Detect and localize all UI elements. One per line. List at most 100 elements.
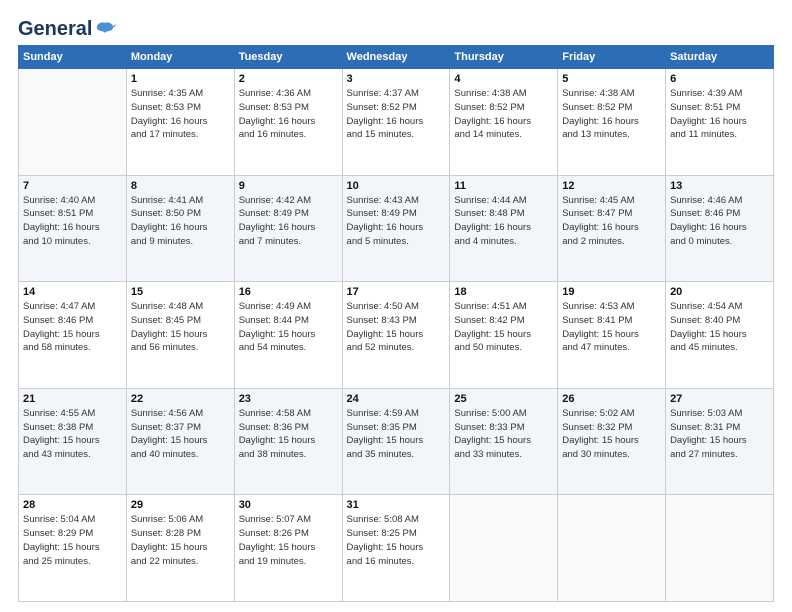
day-number: 6 — [670, 73, 769, 85]
day-number: 13 — [670, 180, 769, 192]
calendar-cell: 12 Sunrise: 4:45 AMSunset: 8:47 PMDayligh… — [558, 175, 666, 282]
day-info: Sunrise: 4:38 AMSunset: 8:52 PMDaylight:… — [454, 87, 553, 142]
day-number: 12 — [562, 180, 661, 192]
day-info: Sunrise: 4:50 AMSunset: 8:43 PMDaylight:… — [347, 300, 446, 355]
day-info: Sunrise: 4:42 AMSunset: 8:49 PMDaylight:… — [239, 194, 338, 249]
calendar-cell: 2Sunrise: 4:36 AMSunset: 8:53 PMDaylight… — [234, 69, 342, 176]
calendar-cell: 7 Sunrise: 4:40 AMSunset: 8:51 PMDaylight… — [19, 175, 127, 282]
calendar-cell — [19, 69, 127, 176]
day-number: 26 — [562, 393, 661, 405]
calendar-cell: 16 Sunrise: 4:49 AMSunset: 8:44 PMDayligh… — [234, 282, 342, 389]
day-info: Sunrise: 4:38 AMSunset: 8:52 PMDaylight:… — [562, 87, 661, 142]
day-info: Sunrise: 5:06 AMSunset: 8:28 PMDaylight:… — [131, 513, 230, 568]
calendar-cell — [666, 495, 774, 602]
day-number: 2 — [239, 73, 338, 85]
calendar-day-header: Friday — [558, 46, 666, 69]
calendar-cell — [558, 495, 666, 602]
calendar-cell: 10 Sunrise: 4:43 AMSunset: 8:49 PMDayligh… — [342, 175, 450, 282]
calendar-header-row: SundayMondayTuesdayWednesdayThursdayFrid… — [19, 46, 774, 69]
calendar-cell: 27Sunrise: 5:03 AMSunset: 8:31 PMDayligh… — [666, 388, 774, 495]
calendar-day-header: Sunday — [19, 46, 127, 69]
calendar-day-header: Wednesday — [342, 46, 450, 69]
day-info: Sunrise: 4:44 AMSunset: 8:48 PMDaylight:… — [454, 194, 553, 249]
calendar-cell: 15 Sunrise: 4:48 AMSunset: 8:45 PMDayligh… — [126, 282, 234, 389]
calendar-cell: 11 Sunrise: 4:44 AMSunset: 8:48 PMDayligh… — [450, 175, 558, 282]
day-info: Sunrise: 4:45 AMSunset: 8:47 PMDaylight:… — [562, 194, 661, 249]
day-info: Sunrise: 4:59 AMSunset: 8:35 PMDaylight:… — [347, 407, 446, 462]
calendar-cell: 25Sunrise: 5:00 AMSunset: 8:33 PMDayligh… — [450, 388, 558, 495]
day-number: 15 — [131, 286, 230, 298]
day-number: 8 — [131, 180, 230, 192]
day-number: 17 — [347, 286, 446, 298]
calendar-day-header: Saturday — [666, 46, 774, 69]
day-info: Sunrise: 4:43 AMSunset: 8:49 PMDaylight:… — [347, 194, 446, 249]
calendar-cell: 9 Sunrise: 4:42 AMSunset: 8:49 PMDaylight… — [234, 175, 342, 282]
calendar-cell: 22Sunrise: 4:56 AMSunset: 8:37 PMDayligh… — [126, 388, 234, 495]
day-number: 16 — [239, 286, 338, 298]
page: General SundayMondayTuesdayWednesdayThur… — [0, 0, 792, 612]
calendar-cell: 20 Sunrise: 4:54 AMSunset: 8:40 PMDayligh… — [666, 282, 774, 389]
day-number: 27 — [670, 393, 769, 405]
day-number: 21 — [23, 393, 122, 405]
day-info: Sunrise: 4:35 AMSunset: 8:53 PMDaylight:… — [131, 87, 230, 142]
calendar-day-header: Tuesday — [234, 46, 342, 69]
day-number: 3 — [347, 73, 446, 85]
day-info: Sunrise: 5:02 AMSunset: 8:32 PMDaylight:… — [562, 407, 661, 462]
calendar-cell: 17 Sunrise: 4:50 AMSunset: 8:43 PMDayligh… — [342, 282, 450, 389]
calendar-cell: 3 Sunrise: 4:37 AMSunset: 8:52 PMDaylight… — [342, 69, 450, 176]
day-number: 7 — [23, 180, 122, 192]
calendar-cell: 26 Sunrise: 5:02 AMSunset: 8:32 PMDayligh… — [558, 388, 666, 495]
day-number: 30 — [239, 499, 338, 511]
day-info: Sunrise: 4:39 AMSunset: 8:51 PMDaylight:… — [670, 87, 769, 142]
day-info: Sunrise: 4:53 AMSunset: 8:41 PMDaylight:… — [562, 300, 661, 355]
calendar-week-row: 28Sunrise: 5:04 AMSunset: 8:29 PMDayligh… — [19, 495, 774, 602]
calendar-cell: 4 Sunrise: 4:38 AMSunset: 8:52 PMDaylight… — [450, 69, 558, 176]
header: General — [18, 18, 774, 37]
logo-bird-icon — [94, 19, 116, 41]
day-number: 1 — [131, 73, 230, 85]
calendar-cell: 24 Sunrise: 4:59 AMSunset: 8:35 PMDayligh… — [342, 388, 450, 495]
calendar-week-row: 14 Sunrise: 4:47 AMSunset: 8:46 PMDayligh… — [19, 282, 774, 389]
day-info: Sunrise: 4:40 AMSunset: 8:51 PMDaylight:… — [23, 194, 122, 249]
day-number: 28 — [23, 499, 122, 511]
logo: General — [18, 18, 116, 37]
calendar-cell: 29 Sunrise: 5:06 AMSunset: 8:28 PMDayligh… — [126, 495, 234, 602]
calendar-cell — [450, 495, 558, 602]
day-info: Sunrise: 4:54 AMSunset: 8:40 PMDaylight:… — [670, 300, 769, 355]
day-info: Sunrise: 5:00 AMSunset: 8:33 PMDaylight:… — [454, 407, 553, 462]
calendar-day-header: Thursday — [450, 46, 558, 69]
day-number: 10 — [347, 180, 446, 192]
day-info: Sunrise: 4:49 AMSunset: 8:44 PMDaylight:… — [239, 300, 338, 355]
calendar-cell: 18 Sunrise: 4:51 AMSunset: 8:42 PMDayligh… — [450, 282, 558, 389]
calendar-cell: 19 Sunrise: 4:53 AMSunset: 8:41 PMDayligh… — [558, 282, 666, 389]
day-number: 4 — [454, 73, 553, 85]
calendar-table: SundayMondayTuesdayWednesdayThursdayFrid… — [18, 45, 774, 602]
day-number: 11 — [454, 180, 553, 192]
day-info: Sunrise: 4:48 AMSunset: 8:45 PMDaylight:… — [131, 300, 230, 355]
day-number: 20 — [670, 286, 769, 298]
day-info: Sunrise: 4:56 AMSunset: 8:37 PMDaylight:… — [131, 407, 230, 462]
day-info: Sunrise: 4:41 AMSunset: 8:50 PMDaylight:… — [131, 194, 230, 249]
day-number: 18 — [454, 286, 553, 298]
day-number: 24 — [347, 393, 446, 405]
day-info: Sunrise: 4:46 AMSunset: 8:46 PMDaylight:… — [670, 194, 769, 249]
day-info: Sunrise: 4:37 AMSunset: 8:52 PMDaylight:… — [347, 87, 446, 142]
day-info: Sunrise: 4:51 AMSunset: 8:42 PMDaylight:… — [454, 300, 553, 355]
calendar-week-row: 1 Sunrise: 4:35 AMSunset: 8:53 PMDaylight… — [19, 69, 774, 176]
day-number: 14 — [23, 286, 122, 298]
calendar-cell: 21 Sunrise: 4:55 AMSunset: 8:38 PMDayligh… — [19, 388, 127, 495]
calendar-cell: 14 Sunrise: 4:47 AMSunset: 8:46 PMDayligh… — [19, 282, 127, 389]
day-number: 31 — [347, 499, 446, 511]
day-info: Sunrise: 4:55 AMSunset: 8:38 PMDaylight:… — [23, 407, 122, 462]
day-number: 23 — [239, 393, 338, 405]
calendar-cell: 5Sunrise: 4:38 AMSunset: 8:52 PMDaylight… — [558, 69, 666, 176]
calendar-week-row: 21 Sunrise: 4:55 AMSunset: 8:38 PMDayligh… — [19, 388, 774, 495]
day-info: Sunrise: 4:47 AMSunset: 8:46 PMDaylight:… — [23, 300, 122, 355]
logo-general: General — [18, 18, 92, 41]
calendar-week-row: 7 Sunrise: 4:40 AMSunset: 8:51 PMDaylight… — [19, 175, 774, 282]
day-number: 19 — [562, 286, 661, 298]
calendar-cell: 28Sunrise: 5:04 AMSunset: 8:29 PMDayligh… — [19, 495, 127, 602]
calendar-cell: 31Sunrise: 5:08 AMSunset: 8:25 PMDayligh… — [342, 495, 450, 602]
day-number: 29 — [131, 499, 230, 511]
day-number: 9 — [239, 180, 338, 192]
